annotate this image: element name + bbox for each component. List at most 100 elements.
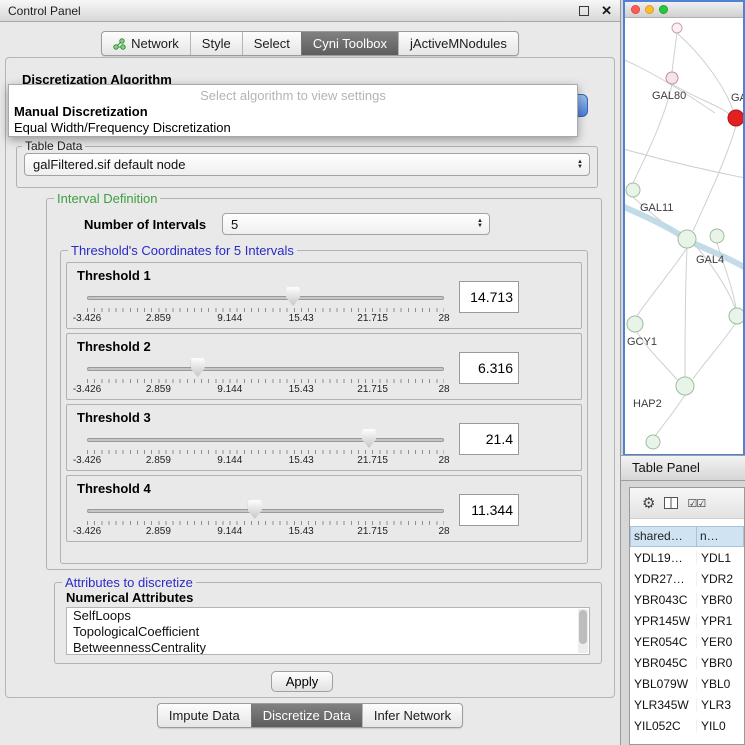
table-data-combo[interactable]: galFiltered.sif default node ▲▼ <box>24 153 590 176</box>
table-row[interactable]: YER054CYER0 <box>630 631 744 652</box>
list-item[interactable]: SelfLoops <box>67 608 589 624</box>
threshold-1-ticks <box>87 308 444 312</box>
node-label: GAL11 <box>640 202 673 214</box>
threshold-3-ticks <box>87 450 444 454</box>
table-row[interactable]: YIL052CYIL0 <box>630 715 744 736</box>
node[interactable] <box>710 229 724 243</box>
column-header-n[interactable]: n… <box>697 526 744 547</box>
network-window-titlebar <box>625 2 743 18</box>
list-item[interactable]: BetweennessCentrality <box>67 640 589 655</box>
node-label: GAL80 <box>652 90 686 102</box>
table-row[interactable]: YPR145WYPR1 <box>630 610 744 631</box>
table-row[interactable]: YDR27…YDR2 <box>630 568 744 589</box>
select-all-columns-icon[interactable]: ☑☑ <box>687 497 705 510</box>
table-data-combo-value: galFiltered.sif default node <box>33 157 185 172</box>
float-window-icon[interactable] <box>579 6 589 16</box>
node-hap2[interactable] <box>676 377 694 395</box>
tab-label: jActiveMNodules <box>410 36 507 51</box>
table-toolbar: ⚙ ☑☑ <box>630 488 744 519</box>
tab-label: Select <box>254 36 290 51</box>
number-of-intervals-combo[interactable]: 5 ▲▼ <box>222 213 490 235</box>
threshold-1-box: Threshold 1 -3.4262.8599.14415.4321.7152… <box>66 262 582 329</box>
table-panel-window: ⚙ ☑☑ shared… n… YDL19…YDL1 YDR27…YDR2 YB… <box>629 487 745 745</box>
threshold-3-value-field[interactable]: 21.4 <box>459 423 519 455</box>
tab-label: Infer Network <box>374 708 451 723</box>
tab-cyni-toolbox[interactable]: Cyni Toolbox <box>301 32 398 55</box>
popup-option-equal-width-frequency[interactable]: Equal Width/Frequency Discretization <box>9 119 577 135</box>
table-row[interactable]: YBR043CYBR0 <box>630 589 744 610</box>
threshold-1-scale: -3.4262.8599.14415.4321.71528 <box>87 313 444 325</box>
gear-icon[interactable]: ⚙ <box>642 494 655 512</box>
table-rows: YDL19…YDL1 YDR27…YDR2 YBR043CYBR0 YPR145… <box>630 547 744 736</box>
node-gal4[interactable] <box>678 230 696 248</box>
threshold-2-slider[interactable] <box>87 358 444 378</box>
apply-button[interactable]: Apply <box>271 671 333 692</box>
popup-option-manual-discretization[interactable]: Manual Discretization <box>9 103 577 119</box>
tab-label: Network <box>131 36 179 51</box>
scrollbar-thumb[interactable] <box>579 610 587 644</box>
top-tabbar: Network Style Select Cyni Toolbox jActiv… <box>0 31 620 56</box>
columns-icon[interactable] <box>664 497 678 509</box>
tab-select[interactable]: Select <box>242 32 301 55</box>
node[interactable] <box>646 435 660 449</box>
threshold-4-thumb[interactable] <box>248 500 262 519</box>
threshold-3-slider[interactable] <box>87 429 444 449</box>
threshold-2-label: Threshold 2 <box>77 339 151 354</box>
tab-network[interactable]: Network <box>102 32 190 55</box>
table-row[interactable]: YDL19…YDL1 <box>630 547 744 568</box>
combo-updown-arrows-icon: ▲▼ <box>477 219 489 229</box>
list-item[interactable]: TopologicalCoefficient <box>67 624 589 640</box>
node-gcy1[interactable] <box>627 316 643 332</box>
threshold-4-value-field[interactable]: 11.344 <box>459 494 519 526</box>
tab-style[interactable]: Style <box>190 32 242 55</box>
bottom-tabbar: Impute Data Discretize Data Infer Networ… <box>0 703 620 728</box>
threshold-1-thumb[interactable] <box>286 287 300 306</box>
network-canvas[interactable]: GAL80 GA GAL11 GAL4 GCY1 HAP2 <box>625 18 743 455</box>
table-panel-header[interactable]: Table Panel <box>621 455 745 481</box>
numerical-attributes-list: SelfLoops TopologicalCoefficient Between… <box>66 607 590 655</box>
threshold-3-thumb[interactable] <box>362 429 376 448</box>
threshold-1-label: Threshold 1 <box>77 268 151 283</box>
combo-updown-arrows-icon: ▲▼ <box>577 160 589 170</box>
table-row[interactable]: YBR045CYBR0 <box>630 652 744 673</box>
tab-impute-data[interactable]: Impute Data <box>158 704 251 727</box>
network-nodes <box>626 23 743 449</box>
threshold-2-scale: -3.4262.8599.14415.4321.71528 <box>87 384 444 396</box>
threshold-4-slider[interactable] <box>87 500 444 520</box>
table-row[interactable]: YLR345WYLR3 <box>630 694 744 715</box>
zoom-traffic-light[interactable] <box>659 5 668 14</box>
popup-hint: Select algorithm to view settings <box>9 85 577 103</box>
threshold-4-scale: -3.4262.8599.14415.4321.71528 <box>87 526 444 538</box>
table-header-row: shared… n… <box>630 526 744 547</box>
screen: Control Panel ✕ Network Style <box>0 0 745 745</box>
threshold-4-ticks <box>87 521 444 525</box>
interval-definition-title: Interval Definition <box>54 191 160 206</box>
algorithm-dropdown-popup: Select algorithm to view settings Manual… <box>8 84 578 137</box>
node[interactable] <box>729 308 743 324</box>
tab-discretize-data[interactable]: Discretize Data <box>251 704 362 727</box>
column-header-shared[interactable]: shared… <box>630 526 697 547</box>
close-icon[interactable]: ✕ <box>601 3 612 19</box>
node-gal11[interactable] <box>626 183 640 197</box>
node-gal80[interactable] <box>666 72 678 84</box>
table-row[interactable]: YBL079WYBL0 <box>630 673 744 694</box>
window-title: Control Panel <box>8 4 579 18</box>
table-data-group-title: Table Data <box>22 139 85 153</box>
threshold-3-scale: -3.4262.8599.14415.4321.71528 <box>87 455 444 467</box>
network-view-window: GAL80 GA GAL11 GAL4 GCY1 HAP2 <box>623 0 745 456</box>
node[interactable] <box>672 23 682 33</box>
node-label: GAL4 <box>696 254 724 266</box>
numerical-attributes-label: Numerical Attributes <box>66 590 193 605</box>
threshold-1-slider[interactable] <box>87 287 444 307</box>
threshold-1-value-field[interactable]: 14.713 <box>459 281 519 313</box>
threshold-2-thumb[interactable] <box>191 358 205 377</box>
threshold-2-value-field[interactable]: 6.316 <box>459 352 519 384</box>
close-traffic-light[interactable] <box>631 5 640 14</box>
node-red-selected[interactable] <box>728 110 743 126</box>
attributes-scrollbar[interactable] <box>578 609 588 653</box>
minimize-traffic-light[interactable] <box>645 5 654 14</box>
tab-infer-network[interactable]: Infer Network <box>362 704 462 727</box>
tab-jactivemnodules[interactable]: jActiveMNodules <box>398 32 518 55</box>
number-of-intervals-label: Number of Intervals <box>84 217 206 232</box>
tab-label: Style <box>202 36 231 51</box>
